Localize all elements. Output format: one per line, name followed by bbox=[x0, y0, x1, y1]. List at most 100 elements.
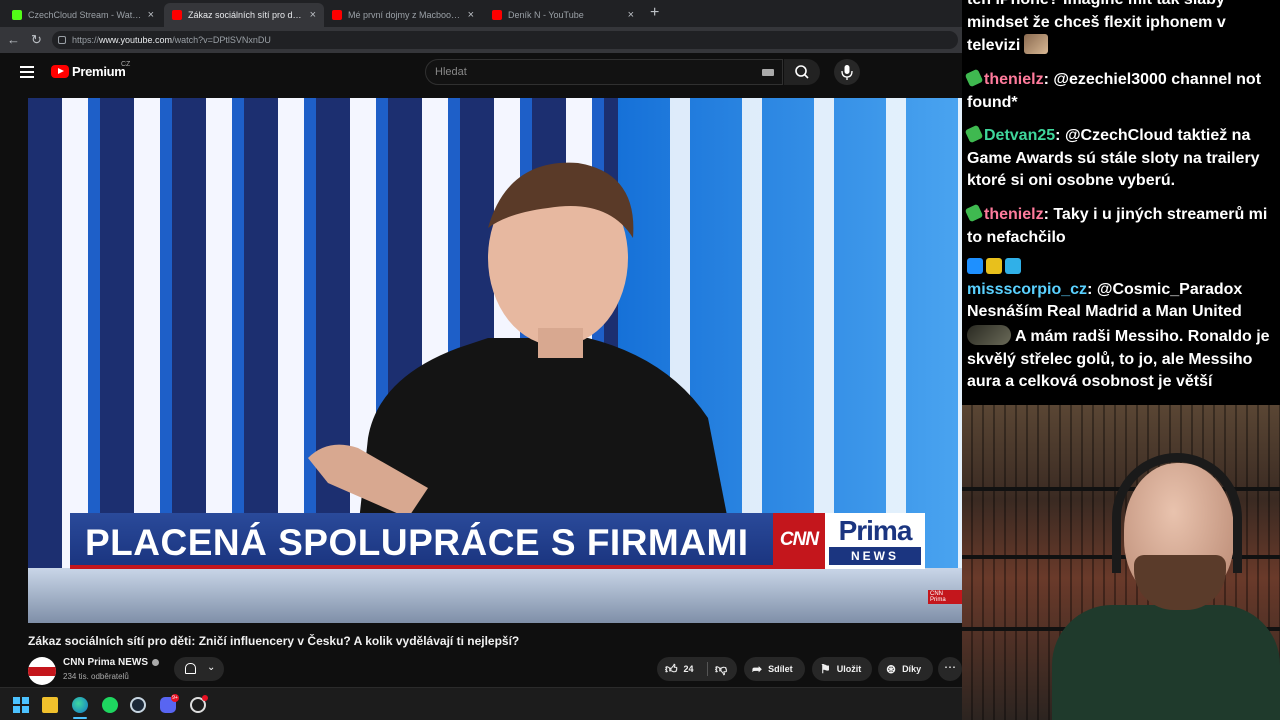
channel-watermark: CNN Prima bbox=[928, 590, 962, 604]
thanks-label: Díky bbox=[902, 664, 922, 674]
chat-username[interactable]: thenielz bbox=[984, 71, 1044, 88]
arrow-badge-icon bbox=[967, 258, 983, 274]
bell-icon bbox=[185, 663, 196, 674]
streamer-shirt bbox=[1052, 605, 1280, 720]
tab-title: Mé první dojmy z Macbook Neo. bbox=[348, 10, 462, 20]
cnn-logo: CNN bbox=[773, 513, 825, 569]
youtube-premium-label[interactable]: Premium bbox=[72, 64, 126, 79]
windows-start-icon[interactable] bbox=[13, 697, 29, 713]
video-player[interactable]: PLACENÁ SPOLUPRÁCE S FIRMAMI CNN Prima N… bbox=[28, 98, 962, 623]
search-input[interactable]: Hledat bbox=[425, 59, 783, 85]
reload-icon[interactable]: ↻ bbox=[31, 32, 42, 48]
keyboard-icon[interactable] bbox=[762, 69, 774, 76]
browser-tab-bar: CzechCloud Stream - Watch Live o × Zákaz… bbox=[0, 0, 962, 27]
close-icon[interactable]: × bbox=[628, 9, 634, 21]
prima-logo-text: Prima bbox=[838, 515, 913, 546]
channel-avatar[interactable] bbox=[28, 657, 56, 685]
chat-message: missscorpio_cz: @Cosmic_Paradox Nesnáším… bbox=[967, 256, 1272, 324]
voice-search-button[interactable] bbox=[834, 59, 860, 85]
save-button[interactable]: ⚑ Uložit bbox=[812, 657, 872, 681]
video-title: Zákaz sociálních sítí pro děti: Zničí in… bbox=[28, 634, 520, 648]
tab-zakaz-socialnich-siti[interactable]: Zákaz sociálních sítí pro děti: Z × bbox=[164, 3, 324, 27]
tab-denik-n[interactable]: Deník N - YouTube × bbox=[484, 3, 642, 27]
new-tab-button[interactable]: + bbox=[650, 4, 659, 22]
verified-icon bbox=[152, 659, 159, 666]
steam-icon[interactable] bbox=[130, 697, 146, 713]
more-actions-button[interactable]: ⋯ bbox=[938, 657, 962, 681]
emote-image bbox=[1024, 34, 1049, 54]
chat-username[interactable]: missscorpio_cz bbox=[967, 281, 1087, 298]
notifications-button[interactable]: ⌄ bbox=[174, 657, 224, 681]
recording-indicator bbox=[202, 695, 208, 701]
taskbar: 9+ bbox=[0, 687, 962, 720]
site-info-icon[interactable] bbox=[58, 36, 66, 44]
discord-notification-badge: 9+ bbox=[171, 694, 179, 702]
chat-message: thenielz: @ezechiel3000 channel not foun… bbox=[964, 68, 1272, 114]
youtube-page: Premium CZ Hledat PLACENÁ SPOLUPRÁCE S F… bbox=[0, 53, 962, 687]
country-code: CZ bbox=[121, 61, 131, 68]
tab-macbook-neo[interactable]: Mé první dojmy z Macbook Neo. × bbox=[324, 3, 482, 27]
user-badges bbox=[967, 256, 1272, 279]
bookmark-icon: ⚑ bbox=[820, 662, 831, 676]
tab-title: Zákaz sociálních sítí pro děti: Z bbox=[188, 10, 304, 20]
channel-name[interactable]: CNN Prima NEWS bbox=[63, 657, 148, 668]
youtube-icon bbox=[492, 10, 502, 20]
close-icon[interactable]: × bbox=[148, 9, 154, 21]
edge-browser-icon[interactable] bbox=[72, 697, 88, 713]
thumbs-down-icon[interactable]: 👎︎ bbox=[715, 662, 727, 677]
streamer-webcam bbox=[962, 405, 1280, 720]
chat-username[interactable]: thenielz bbox=[984, 206, 1044, 223]
emote-image bbox=[967, 325, 1011, 345]
address-bar-row: ← ↻ https://www.youtube.com/watch?v=DPtl… bbox=[0, 27, 962, 53]
url-host: www.youtube.com bbox=[99, 35, 173, 45]
kick-icon bbox=[12, 10, 22, 20]
close-icon[interactable]: × bbox=[310, 9, 316, 21]
back-arrow-icon[interactable]: ← bbox=[7, 32, 20, 47]
tab-title: CzechCloud Stream - Watch Live o bbox=[28, 10, 142, 20]
youtube-logo-icon[interactable] bbox=[51, 65, 69, 78]
url-field[interactable]: https://www.youtube.com/watch?v=DPtlSVNx… bbox=[52, 31, 958, 49]
url-scheme: https:// bbox=[72, 35, 100, 45]
save-label: Uložit bbox=[836, 664, 862, 674]
chat-message: A mám radši Messiho. Ronaldo je skvělý s… bbox=[967, 325, 1272, 394]
hamburger-menu-icon[interactable] bbox=[20, 66, 34, 78]
microphone-icon bbox=[841, 65, 853, 80]
gift-badge-icon bbox=[986, 258, 1002, 274]
chat-username[interactable]: Detvan25 bbox=[984, 127, 1055, 144]
spotify-icon[interactable] bbox=[102, 697, 118, 713]
like-dislike-divider bbox=[707, 662, 708, 676]
cube-badge-icon bbox=[1005, 258, 1021, 274]
file-explorer-icon[interactable] bbox=[42, 697, 58, 713]
search-button[interactable] bbox=[784, 59, 820, 85]
active-app-indicator bbox=[73, 717, 87, 719]
kick-badge-icon bbox=[964, 203, 984, 223]
chat-message: Detvan25: @CzechCloud taktiež na Game Aw… bbox=[964, 124, 1272, 193]
thanks-button[interactable]: ⊛ Díky bbox=[878, 657, 933, 681]
share-icon: ➦ bbox=[752, 662, 763, 676]
dollar-icon: ⊛ bbox=[886, 662, 897, 676]
kick-badge-icon bbox=[964, 124, 984, 144]
tab-czechcloud[interactable]: CzechCloud Stream - Watch Live o × bbox=[4, 3, 162, 27]
like-count: 24 bbox=[683, 664, 694, 674]
kick-badge-icon bbox=[964, 68, 984, 88]
headphones-icon bbox=[1112, 453, 1242, 573]
subscriber-count: 234 tis. odběratelů bbox=[63, 672, 129, 681]
chat-message: ten iPhone? Imagine mít tak slabý mindse… bbox=[967, 0, 1272, 58]
url-path: /watch?v=DPtlSVNxnDU bbox=[172, 35, 271, 45]
share-button[interactable]: ➦ Sdílet bbox=[744, 657, 805, 681]
lower-third-text: PLACENÁ SPOLUPRÁCE S FIRMAMI bbox=[85, 522, 749, 563]
share-label: Sdílet bbox=[768, 664, 793, 674]
youtube-icon bbox=[332, 10, 342, 20]
prima-news-logo: Prima NEWS bbox=[825, 513, 925, 569]
news-logo-text: NEWS bbox=[829, 547, 921, 565]
thumbs-up-icon: 👍︎ bbox=[665, 661, 678, 676]
chat-message-text: ten iPhone? Imagine mít tak slabý mindse… bbox=[967, 0, 1226, 54]
like-button[interactable]: 👍︎ 24 👎︎ bbox=[657, 657, 737, 681]
close-icon[interactable]: × bbox=[468, 9, 474, 21]
chevron-down-icon: ⌄ bbox=[207, 662, 216, 673]
chat-message-text: A mám radši Messiho. Ronaldo je skvělý s… bbox=[967, 328, 1270, 390]
stream-chat: ten iPhone? Imagine mít tak slabý mindse… bbox=[962, 0, 1280, 405]
chat-message: thenielz: Taky i u jiných streamerů mi t… bbox=[964, 203, 1272, 249]
tab-title: Deník N - YouTube bbox=[508, 10, 584, 20]
search-icon bbox=[795, 65, 809, 79]
